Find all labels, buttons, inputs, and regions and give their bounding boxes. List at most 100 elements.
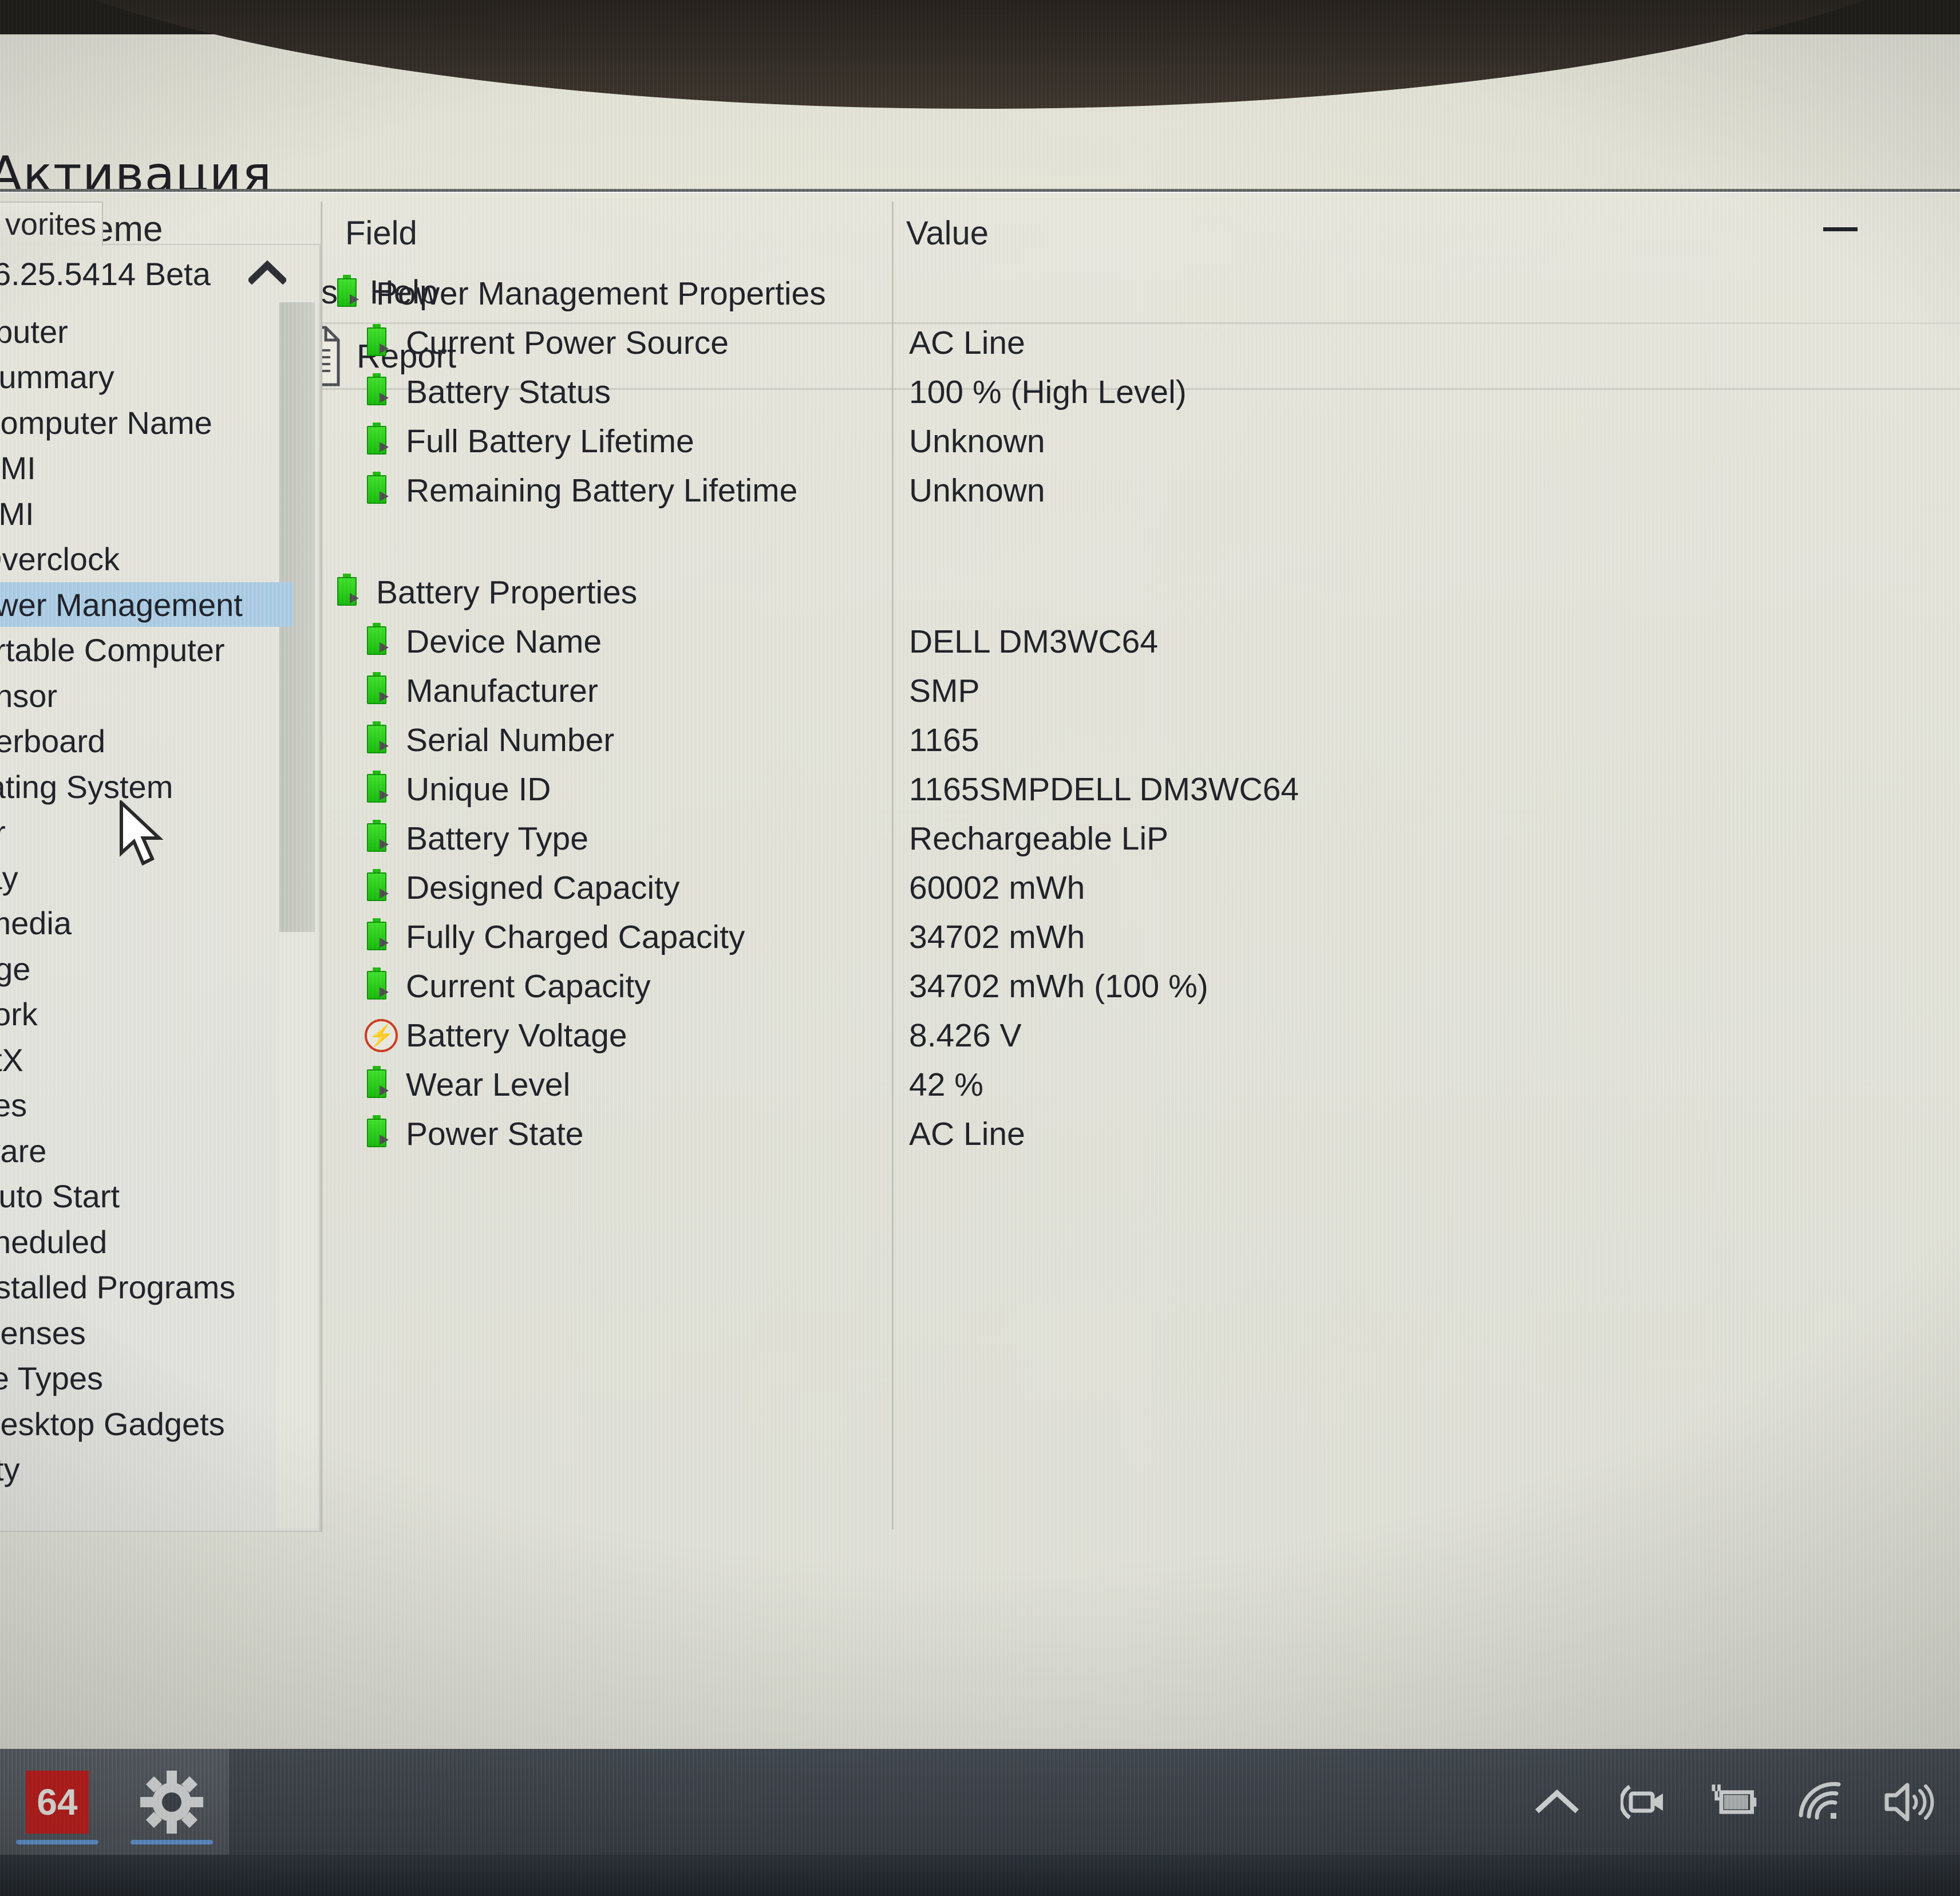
report-row-field: Unique ID: [406, 771, 551, 808]
report-row[interactable]: Unique ID 1165SMPDELL DM3WC64: [322, 765, 1960, 814]
report-row[interactable]: Full Battery Lifetime Unknown: [322, 417, 1960, 466]
report-row-field: Designed Capacity: [406, 870, 680, 906]
sidebar-item-label: Summary: [0, 359, 114, 395]
report-row-value: SMP: [909, 673, 980, 709]
sidebar-item-label: icenses: [0, 1314, 86, 1351]
sidebar-collapse-button[interactable]: [247, 252, 287, 292]
sidebar-item[interactable]: icenses: [0, 1310, 287, 1355]
battery-tray-button[interactable]: [1706, 1775, 1761, 1830]
report-row[interactable]: Power State AC Line: [322, 1109, 1960, 1159]
report-row-value: 1165: [909, 722, 979, 759]
battery-icon: [362, 820, 398, 856]
report-group-title: Power Management Properties: [376, 275, 826, 312]
report-row[interactable]: Device Name DELL DM3WC64: [322, 617, 1960, 666]
battery-icon: [362, 721, 398, 758]
battery-icon: [362, 373, 398, 410]
report-row-field: Manufacturer: [406, 673, 598, 709]
report-row[interactable]: Current Capacity 34702 mWh (100 %): [322, 962, 1960, 1011]
battery-icon: [362, 1115, 398, 1152]
report-row-field: Battery Status: [406, 374, 611, 410]
report-row-field: Device Name: [406, 623, 602, 660]
taskbar-active-indicator: [16, 1840, 98, 1844]
sidebar-item[interactable]: ensor: [0, 673, 287, 718]
battery-arrow: [380, 692, 389, 702]
sidebar-item[interactable]: Summary: [0, 355, 287, 400]
battery-icon: [362, 324, 398, 361]
battery-icon: [333, 275, 368, 311]
tab-favorites[interactable]: vorites: [0, 202, 103, 246]
report-row-field: Battery Voltage: [406, 1017, 627, 1054]
battery-arrow: [380, 491, 389, 501]
report-row-field: Remaining Battery Lifetime: [406, 472, 798, 509]
sidebar-item[interactable]: ile Types: [0, 1356, 287, 1401]
bolt-glyph: ⚡: [365, 1019, 398, 1052]
battery-icon: [362, 771, 398, 807]
settings-taskbar-button[interactable]: [114, 1749, 229, 1855]
battery-icon: [333, 574, 368, 610]
show-hidden-icons-chevron-icon: [1535, 1789, 1579, 1813]
sidebar-item[interactable]: herboard: [0, 719, 287, 764]
sidebar-item[interactable]: imedia: [0, 901, 287, 946]
volume-tray-button[interactable]: [1882, 1775, 1937, 1830]
battery-icon: [362, 672, 398, 709]
tab-favorites-label: vorites: [5, 207, 96, 242]
report-row-field: Power State: [406, 1116, 584, 1152]
report-row[interactable]: Manufacturer SMP: [322, 666, 1960, 716]
sidebar-item[interactable]: nputer: [0, 309, 287, 354]
report-row-field: Wear Level: [406, 1066, 571, 1103]
report-row[interactable]: Fully Charged Capacity 34702 mWh: [322, 913, 1960, 962]
report-row[interactable]: Battery Status 100 % (High Level): [322, 368, 1960, 417]
report-row[interactable]: ⚡ Battery Voltage 8.426 V: [322, 1011, 1960, 1060]
sidebar-item-label: ces: [0, 1087, 27, 1123]
sidebar-item[interactable]: ware: [0, 1128, 287, 1173]
report-row[interactable]: Battery Type Rechargeable LiP: [322, 814, 1960, 863]
gear-icon: [140, 1770, 203, 1834]
battery-icon: [362, 623, 398, 659]
camera-tray-button[interactable]: [1618, 1775, 1673, 1830]
sidebar-item[interactable]: ces: [0, 1083, 287, 1128]
sidebar-item[interactable]: ortable Computer: [0, 628, 287, 673]
battery-icon: [362, 918, 398, 955]
report-row-value: DELL DM3WC64: [909, 623, 1159, 660]
sidebar-item-label: herboard: [0, 723, 106, 759]
sidebar-item[interactable]: nstalled Programs: [0, 1265, 287, 1310]
sidebar-item[interactable]: Desktop Gadgets: [0, 1401, 287, 1446]
battery-arrow: [380, 1135, 389, 1145]
sidebar-item-label: rating System: [0, 768, 173, 805]
sidebar-item[interactable]: vork: [0, 992, 287, 1037]
report-column-header: Field Value: [322, 202, 1960, 264]
report-row-value: Rechargeable LiP: [909, 820, 1169, 857]
sidebar-item-label: ile Types: [0, 1360, 103, 1396]
sidebar-item[interactable]: ctX: [0, 1037, 287, 1082]
battery-icon: [362, 967, 398, 1004]
battery-icon: [362, 472, 398, 508]
sidebar-item[interactable]: age: [0, 946, 287, 991]
report-group-title: Battery Properties: [376, 574, 638, 611]
report-row[interactable]: Designed Capacity 60002 mWh: [322, 863, 1960, 913]
sidebar-item[interactable]: Auto Start: [0, 1174, 287, 1219]
report-row[interactable]: Remaining Battery Lifetime Unknown: [322, 466, 1960, 515]
sidebar-item[interactable]: DMI: [0, 446, 287, 491]
sidebar-item[interactable]: Overclock: [0, 537, 287, 582]
sidebar-item-label: Desktop Gadgets: [0, 1405, 225, 1442]
report-group-row[interactable]: Battery Properties: [322, 568, 1960, 617]
report-row[interactable]: Serial Number 1165: [322, 716, 1960, 765]
sidebar-item[interactable]: ower Management: [0, 582, 293, 627]
sidebar-item[interactable]: cheduled: [0, 1219, 287, 1264]
sidebar-item[interactable]: PMI: [0, 491, 287, 536]
voltage-bolt-icon: ⚡: [362, 1018, 398, 1053]
sidebar-item[interactable]: Computer Name: [0, 400, 287, 445]
show-hidden-icons-button[interactable]: [1530, 1775, 1584, 1830]
report-row[interactable]: Wear Level 42 %: [322, 1060, 1960, 1109]
sidebar-item-label: ensor: [0, 677, 58, 714]
aida64-taskbar-button[interactable]: 64: [0, 1749, 114, 1855]
report-group-row[interactable]: Power Management Properties: [322, 269, 1960, 318]
sidebar-item-label: ower Management: [0, 586, 243, 623]
laptop-screen-photo: Активация 4 Extreme Report Favorites Too…: [0, 0, 1960, 1896]
report-row-field: Battery Type: [406, 820, 588, 857]
sidebar-item[interactable]: rity: [0, 1447, 287, 1492]
taskbar: 64: [0, 1749, 1960, 1855]
report-row[interactable]: Current Power Source AC Line: [322, 318, 1960, 368]
sidebar-item-label: Overclock: [0, 541, 120, 577]
wifi-tray-button[interactable]: [1794, 1775, 1849, 1830]
